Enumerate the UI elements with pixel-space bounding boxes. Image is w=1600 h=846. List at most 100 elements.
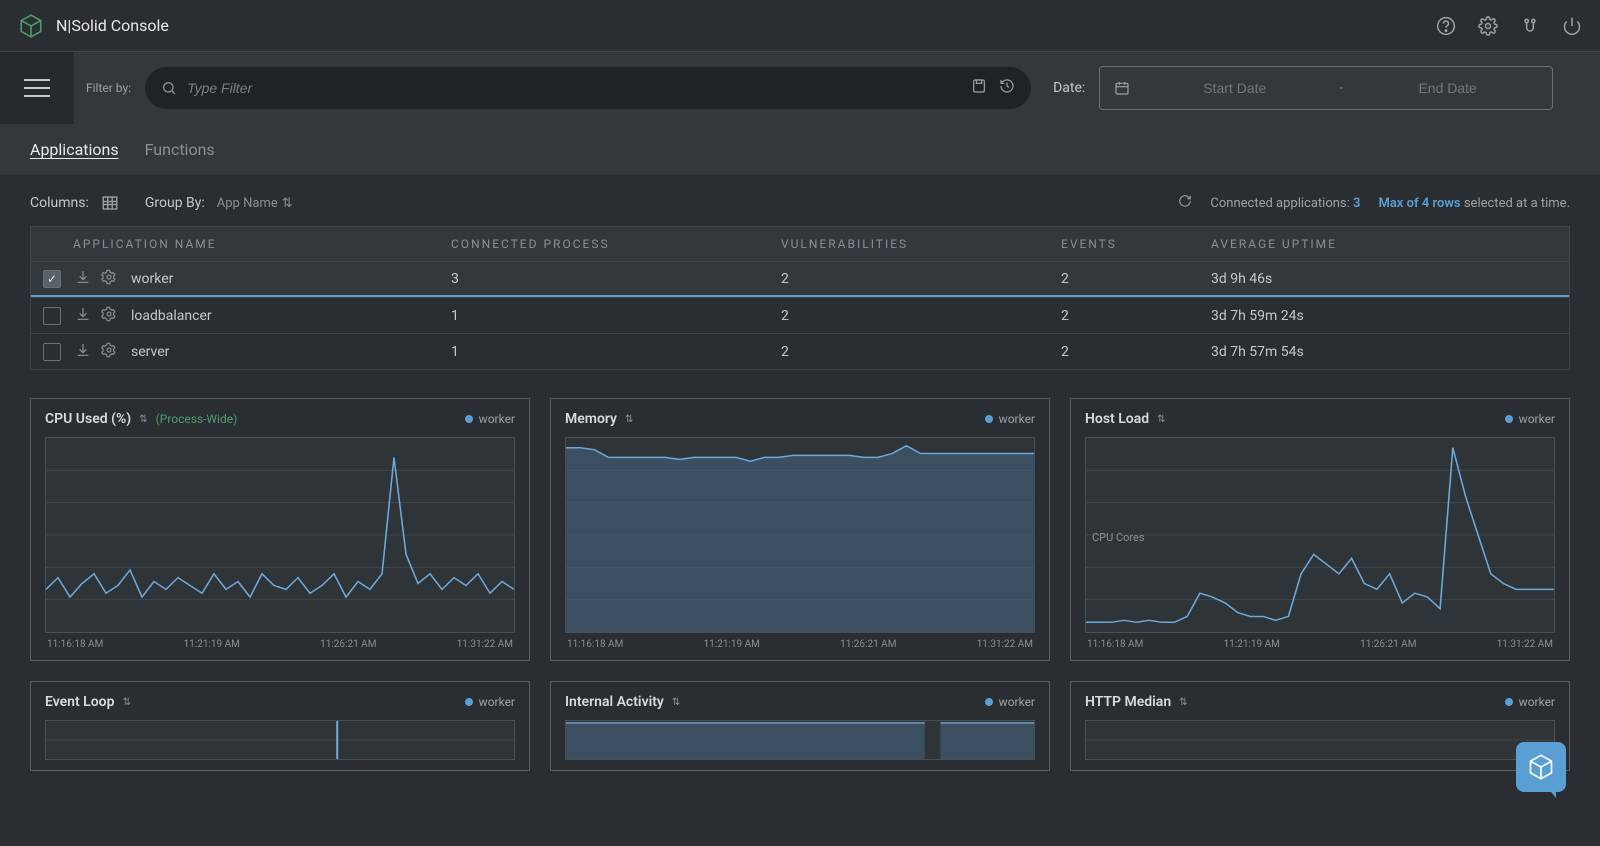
legend: worker bbox=[465, 695, 515, 709]
download-icon[interactable] bbox=[75, 306, 91, 326]
cpu-cores-label: CPU Cores bbox=[1092, 531, 1145, 544]
history-icon[interactable] bbox=[999, 78, 1015, 98]
legend: worker bbox=[1505, 412, 1555, 426]
groupby-dropdown[interactable]: App Name⇅ bbox=[217, 196, 293, 211]
chart-memory: Memory ⇅ worker 11:16:18 AM11:21:19 AM11… bbox=[550, 398, 1050, 661]
connected-text: Connected applications: 3 bbox=[1210, 196, 1360, 211]
col-app-name[interactable]: APPLICATION NAME bbox=[31, 237, 451, 251]
chat-logo-icon bbox=[1527, 753, 1555, 781]
sort-icon[interactable]: ⇅ bbox=[672, 697, 680, 708]
topbar-actions bbox=[1436, 16, 1582, 36]
sort-icon[interactable]: ⇅ bbox=[625, 414, 633, 425]
chart-title: Internal Activity bbox=[565, 694, 664, 710]
cell-vuln: 2 bbox=[781, 271, 1061, 287]
connections-icon[interactable] bbox=[1520, 16, 1540, 36]
chart-internal: Internal Activity ⇅ worker bbox=[550, 681, 1050, 771]
filter-bar: Filter by: Date: - bbox=[0, 52, 1600, 124]
sort-icon[interactable]: ⇅ bbox=[139, 414, 147, 425]
chart-cpu: CPU Used (%) ⇅ (Process-Wide) worker 11:… bbox=[30, 398, 530, 661]
chart-title: HTTP Median bbox=[1085, 694, 1171, 710]
gear-icon[interactable] bbox=[101, 306, 117, 326]
legend: worker bbox=[985, 412, 1035, 426]
legend-dot-icon bbox=[985, 698, 993, 706]
row-checkbox[interactable] bbox=[43, 270, 61, 288]
max-rows-text: Max of 4 rows selected at a time. bbox=[1378, 196, 1570, 211]
controls-row: Columns: Group By: App Name⇅ Connected a… bbox=[30, 194, 1570, 212]
chart-eventloop: Event Loop ⇅ worker bbox=[30, 681, 530, 771]
charts-grid: CPU Used (%) ⇅ (Process-Wide) worker 11:… bbox=[30, 398, 1570, 771]
row-checkbox[interactable] bbox=[43, 307, 61, 325]
x-axis: 11:16:18 AM11:21:19 AM11:26:21 AM11:31:2… bbox=[565, 639, 1035, 650]
filter-label: Filter by: bbox=[86, 81, 131, 95]
chart-body[interactable] bbox=[45, 720, 515, 760]
sort-icon[interactable]: ⇅ bbox=[122, 697, 130, 708]
cell-events: 2 bbox=[1061, 271, 1211, 287]
logo-area: N|Solid Console bbox=[18, 13, 169, 39]
chart-body[interactable] bbox=[1085, 720, 1555, 760]
col-connected-process[interactable]: CONNECTED PROCESS bbox=[451, 237, 781, 251]
gear-icon[interactable] bbox=[1478, 16, 1498, 36]
table-row[interactable]: loadbalancer 1 2 2 3d 7h 59m 24s bbox=[31, 297, 1569, 333]
table-row[interactable]: server 1 2 2 3d 7h 57m 54s bbox=[31, 333, 1569, 369]
hamburger-icon bbox=[24, 79, 50, 97]
applications-table: APPLICATION NAME CONNECTED PROCESS VULNE… bbox=[30, 226, 1570, 370]
chart-body[interactable] bbox=[45, 437, 515, 633]
power-icon[interactable] bbox=[1562, 16, 1582, 36]
app-name: server bbox=[131, 344, 169, 360]
legend-dot-icon bbox=[465, 415, 473, 423]
col-events[interactable]: EVENTS bbox=[1061, 237, 1211, 251]
cell-uptime: 3d 7h 59m 24s bbox=[1211, 308, 1569, 324]
save-filter-icon[interactable] bbox=[971, 78, 987, 98]
help-icon[interactable] bbox=[1436, 16, 1456, 36]
sort-icon[interactable]: ⇅ bbox=[1179, 697, 1187, 708]
col-vulnerabilities[interactable]: VULNERABILITIES bbox=[781, 237, 1061, 251]
legend: worker bbox=[985, 695, 1035, 709]
app-title: N|Solid Console bbox=[56, 16, 169, 35]
gear-icon[interactable] bbox=[101, 269, 117, 289]
date-separator: - bbox=[1339, 80, 1343, 96]
columns-label: Columns: bbox=[30, 195, 89, 211]
cell-uptime: 3d 9h 46s bbox=[1211, 271, 1569, 287]
app-name: worker bbox=[131, 271, 173, 287]
refresh-icon[interactable] bbox=[1178, 194, 1192, 212]
filter-input[interactable] bbox=[187, 80, 971, 96]
chat-widget[interactable] bbox=[1516, 742, 1566, 792]
sort-icon[interactable]: ⇅ bbox=[1157, 414, 1165, 425]
sort-icon: ⇅ bbox=[282, 196, 293, 211]
search-icon bbox=[161, 80, 177, 96]
tabs-row: Applications Functions bbox=[0, 124, 1600, 176]
end-date-input[interactable] bbox=[1357, 80, 1538, 96]
chart-body[interactable] bbox=[565, 437, 1035, 633]
legend-dot-icon bbox=[985, 415, 993, 423]
tab-functions[interactable]: Functions bbox=[145, 140, 215, 159]
chart-subtitle: (Process-Wide) bbox=[156, 412, 238, 426]
topbar: N|Solid Console bbox=[0, 0, 1600, 52]
chart-title: CPU Used (%) bbox=[45, 411, 131, 427]
legend-dot-icon bbox=[1505, 415, 1513, 423]
cell-events: 2 bbox=[1061, 344, 1211, 360]
cell-vuln: 2 bbox=[781, 344, 1061, 360]
start-date-input[interactable] bbox=[1144, 80, 1325, 96]
chart-hostload: Host Load ⇅ worker CPU Cores 11:16:18 AM… bbox=[1070, 398, 1570, 661]
download-icon[interactable] bbox=[75, 342, 91, 362]
chart-title: Host Load bbox=[1085, 411, 1149, 427]
chart-body[interactable]: CPU Cores bbox=[1085, 437, 1555, 633]
menu-toggle[interactable] bbox=[0, 52, 74, 124]
columns-picker-icon[interactable] bbox=[101, 194, 119, 212]
table-row[interactable]: worker 3 2 2 3d 9h 46s bbox=[31, 261, 1569, 297]
filter-input-wrap[interactable] bbox=[145, 67, 1031, 109]
col-average-uptime[interactable]: AVERAGE UPTIME bbox=[1211, 237, 1569, 251]
gear-icon[interactable] bbox=[101, 342, 117, 362]
cell-vuln: 2 bbox=[781, 308, 1061, 324]
cell-events: 2 bbox=[1061, 308, 1211, 324]
date-range-box[interactable]: - bbox=[1099, 66, 1553, 110]
content: Columns: Group By: App Name⇅ Connected a… bbox=[0, 176, 1600, 846]
row-checkbox[interactable] bbox=[43, 343, 61, 361]
chart-body[interactable] bbox=[565, 720, 1035, 760]
download-icon[interactable] bbox=[75, 269, 91, 289]
x-axis: 11:16:18 AM11:21:19 AM11:26:21 AM11:31:2… bbox=[1085, 639, 1555, 650]
legend-dot-icon bbox=[465, 698, 473, 706]
tab-applications[interactable]: Applications bbox=[30, 140, 119, 159]
legend: worker bbox=[465, 412, 515, 426]
logo-icon bbox=[18, 13, 44, 39]
